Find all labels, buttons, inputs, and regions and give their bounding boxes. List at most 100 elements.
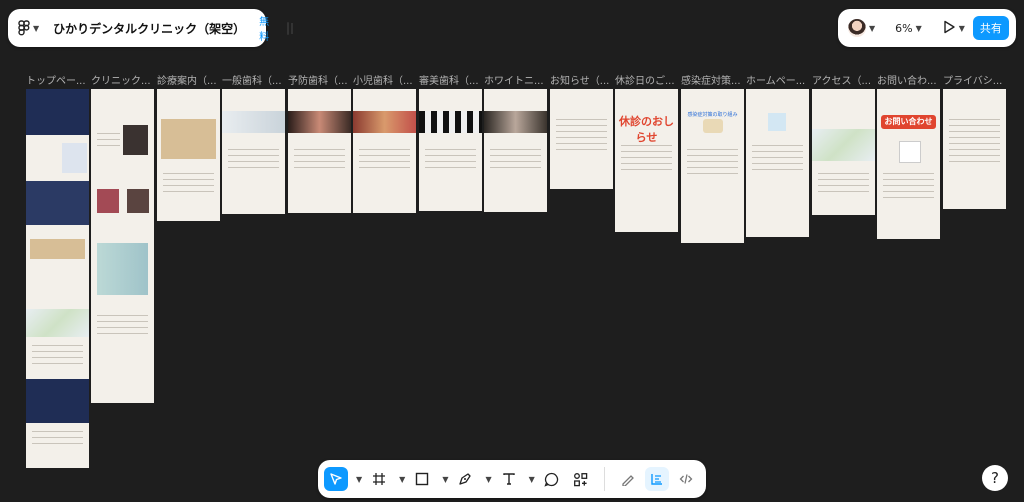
frame-infection[interactable]: 感染症対策の取り組み <box>681 89 744 243</box>
draw-mode-icon[interactable] <box>616 467 640 491</box>
avatar[interactable] <box>848 19 866 37</box>
collab-bar: ▼ 6% ▼ ▼ 共有 <box>838 9 1016 47</box>
feature-section <box>26 181 89 225</box>
text-tool-icon[interactable] <box>497 467 521 491</box>
body-text <box>883 173 934 203</box>
help-icon[interactable]: ? <box>982 465 1008 491</box>
figma-logo-icon[interactable] <box>18 17 30 39</box>
frame-label[interactable]: ホワイトニ... <box>484 72 548 87</box>
news-list <box>556 119 607 155</box>
dev-mode-icon[interactable] <box>674 467 698 491</box>
frame-label[interactable]: 小児歯科（... <box>353 72 417 87</box>
frame-label[interactable]: 休診日のご... <box>615 72 679 87</box>
frame-label[interactable]: 感染症対策... <box>681 72 745 87</box>
map-image <box>812 129 875 161</box>
map-image <box>26 309 89 337</box>
chevron-down-icon[interactable]: ▼ <box>959 24 965 33</box>
body-text <box>818 173 869 197</box>
move-tool-icon[interactable] <box>324 467 348 491</box>
hero-image <box>26 89 89 135</box>
frame-label[interactable]: お知らせ（... <box>550 72 614 87</box>
frame-label[interactable]: クリニック... <box>91 72 155 87</box>
frame-label[interactable]: 予防歯科（... <box>288 72 352 87</box>
body-text <box>490 149 541 173</box>
service-grid <box>161 119 216 159</box>
intro-image <box>62 143 87 173</box>
body-text <box>359 149 410 173</box>
sidebar-toggle-icon[interactable] <box>287 21 293 35</box>
frame-label[interactable]: 一般歯科（... <box>222 72 286 87</box>
frame-tool-icon[interactable] <box>367 467 391 491</box>
file-menu-bar: ▼ ひかりデンタルクリニック（架空） 無料 <box>8 9 293 47</box>
access-text <box>97 315 148 339</box>
share-button[interactable]: 共有 <box>972 16 1009 40</box>
frame-preventive[interactable] <box>288 89 351 213</box>
frame-whitening[interactable] <box>484 89 547 212</box>
play-icon[interactable] <box>942 19 956 38</box>
frame-news[interactable] <box>550 89 613 189</box>
plan-badge: 無料 <box>259 17 270 43</box>
hero-image <box>353 111 416 133</box>
chevron-down-icon[interactable]: ▼ <box>485 475 491 484</box>
chevron-down-icon[interactable]: ▼ <box>356 475 362 484</box>
frame-label[interactable]: ホームペー... <box>746 72 810 87</box>
body-text <box>228 149 279 173</box>
schedule-table <box>32 345 83 369</box>
frame-label[interactable]: 診療案内（... <box>157 72 221 87</box>
staff-photo <box>97 189 119 213</box>
file-name[interactable]: ひかりデンタルクリニック（架空） <box>53 20 245 37</box>
hero-image <box>288 111 351 133</box>
service-cards <box>30 239 85 259</box>
closure-notice-image: 休診のおしらせ <box>619 115 674 144</box>
body-text <box>752 145 803 175</box>
chevron-down-icon[interactable]: ▼ <box>529 475 535 484</box>
rectangle-tool-icon[interactable] <box>410 467 434 491</box>
frame-top-page[interactable] <box>26 89 89 468</box>
body-text <box>425 149 476 173</box>
facility-photos <box>97 243 148 295</box>
hero-image <box>419 111 482 133</box>
frame-label[interactable]: アクセス（... <box>812 72 876 87</box>
zoom-level[interactable]: 6% <box>895 22 912 35</box>
bottom-toolbar: ▼ ▼ ▼ ▼ ▼ <box>318 460 706 498</box>
frame-access[interactable] <box>812 89 875 215</box>
illustration <box>768 113 786 131</box>
comment-tool-icon[interactable] <box>540 467 564 491</box>
intro-text <box>97 133 120 151</box>
intro-block <box>32 141 59 181</box>
chevron-down-icon[interactable]: ▼ <box>869 24 875 33</box>
frame-homepage[interactable] <box>746 89 809 237</box>
body-text <box>687 149 738 179</box>
hero-image <box>484 111 547 133</box>
infection-image: 感染症対策の取り組み <box>687 112 738 118</box>
frame-label[interactable]: 審美歯科（... <box>419 72 483 87</box>
chevron-down-icon[interactable]: ▼ <box>442 475 448 484</box>
frame-clinic[interactable] <box>91 89 154 403</box>
frame-closure[interactable]: 休診のおしらせ <box>615 89 678 232</box>
doctor-photo <box>123 125 148 155</box>
footer-dark <box>26 379 89 423</box>
frame-label[interactable]: トップペー... <box>26 72 90 87</box>
frame-privacy[interactable] <box>943 89 1006 209</box>
chevron-down-icon[interactable]: ▼ <box>399 475 405 484</box>
chevron-down-icon[interactable]: ▼ <box>916 24 922 33</box>
frame-services[interactable] <box>157 89 220 221</box>
footer-text <box>32 431 83 449</box>
pen-tool-icon[interactable] <box>453 467 477 491</box>
frame-label[interactable]: お問い合わ... <box>877 72 941 87</box>
body-text <box>294 149 345 173</box>
staff-photo <box>127 189 149 213</box>
hero-image <box>222 111 285 133</box>
frame-general[interactable] <box>222 89 285 214</box>
chevron-down-icon[interactable]: ▼ <box>33 24 39 33</box>
actions-icon[interactable] <box>569 467 593 491</box>
contact-form <box>899 141 921 163</box>
illustration <box>703 119 723 133</box>
frame-cosmetic[interactable] <box>419 89 482 211</box>
toolbar-divider <box>603 467 605 491</box>
frame-label[interactable]: プライバシ... <box>943 72 1007 87</box>
frame-contact[interactable]: お問い合わせ <box>877 89 940 239</box>
frame-pediatric[interactable] <box>353 89 416 213</box>
design-mode-icon[interactable] <box>644 467 669 491</box>
services-text <box>163 173 214 197</box>
